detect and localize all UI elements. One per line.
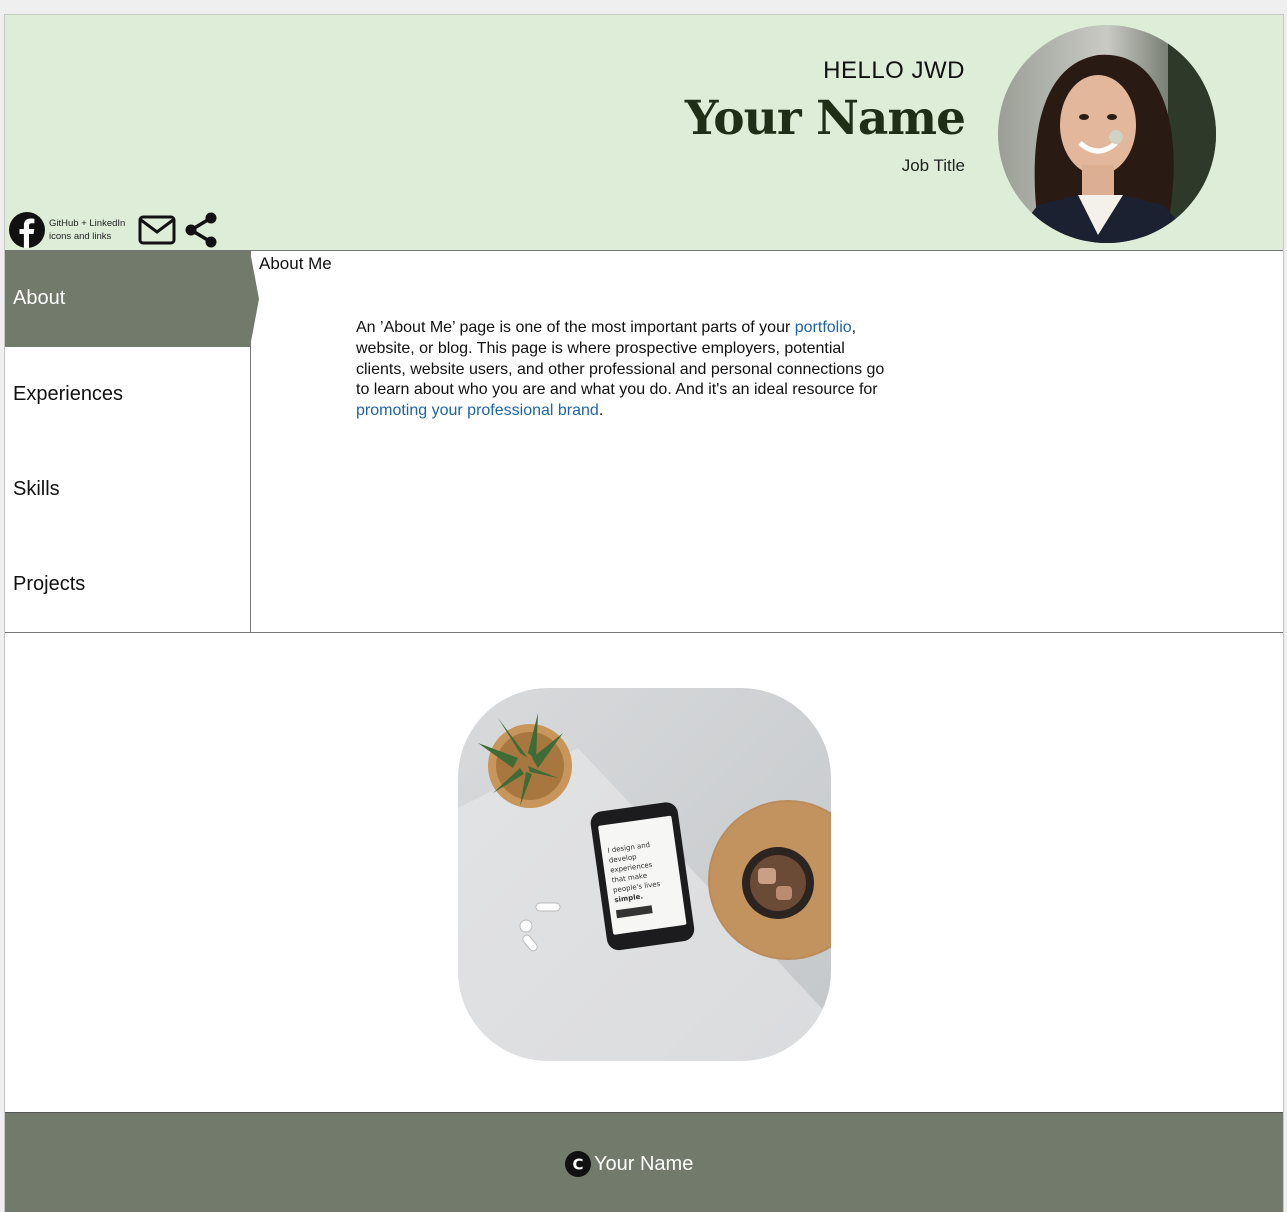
- about-paragraph: An ’About Me’ page is one of the most im…: [356, 318, 896, 422]
- footer-copyright: C Your Name: [565, 1151, 693, 1177]
- profile-photo: [998, 25, 1216, 243]
- job-title: Job Title: [901, 156, 965, 175]
- facebook-icon[interactable]: [9, 212, 45, 248]
- hero-name: Your Name: [684, 91, 966, 146]
- nav-item-about[interactable]: About: [5, 251, 250, 346]
- main-section: About Experiences Skills Projects About …: [5, 250, 1283, 633]
- page: HELLO JWD Your Name Job Title GitHub + L…: [4, 14, 1284, 1212]
- share-icon[interactable]: [183, 211, 219, 249]
- nav-item-label: About: [13, 287, 66, 309]
- portfolio-link[interactable]: portfolio: [795, 319, 852, 336]
- nav-item-label: Skills: [13, 478, 60, 500]
- mail-icon[interactable]: [138, 214, 176, 246]
- about-text: An ’About Me’ page is one of the most im…: [356, 319, 795, 336]
- section-title: About Me: [259, 254, 332, 273]
- copyright-icon: C: [565, 1151, 591, 1177]
- nav-item-label: Experiences: [13, 383, 124, 405]
- sidebar-nav: About Experiences Skills Projects: [5, 251, 259, 632]
- nav-item-projects[interactable]: Projects: [5, 537, 250, 632]
- desk-photo: I design and develop experiences that ma…: [458, 688, 831, 1061]
- nav-item-skills[interactable]: Skills: [5, 442, 250, 537]
- social-placeholder-note: GitHub + LinkedIn icons and links: [49, 218, 126, 242]
- about-text: .: [598, 402, 604, 420]
- footer-name: Your Name: [594, 1152, 694, 1175]
- brand-link[interactable]: promoting your professional brand: [356, 402, 599, 419]
- greeting: HELLO JWD: [823, 57, 965, 84]
- header: HELLO JWD Your Name Job Title GitHub + L…: [5, 14, 1283, 251]
- footer: C Your Name: [5, 1112, 1283, 1212]
- nav-item-experiences[interactable]: Experiences: [5, 347, 250, 442]
- svg-text:C: C: [572, 1156, 583, 1174]
- about-content: About Me An ’About Me’ page is one of th…: [251, 251, 1283, 632]
- nav-item-label: Projects: [13, 573, 86, 595]
